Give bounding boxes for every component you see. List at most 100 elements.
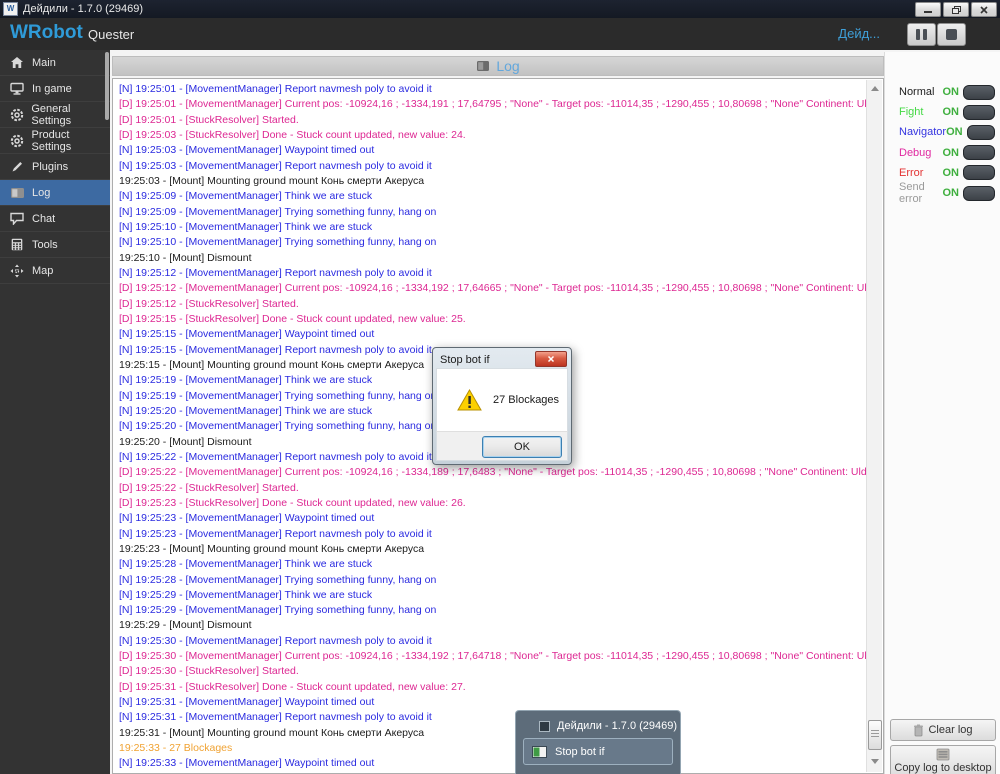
filter-toggle-switch[interactable] bbox=[963, 85, 995, 100]
product-name: Quester bbox=[88, 27, 134, 42]
log-entry: [N] 19:25:31 - [MovementManager] Report … bbox=[119, 710, 866, 725]
sidebar-menu: MainIn gameGeneral SettingsProduct Setti… bbox=[0, 50, 110, 284]
filter-label: Navigator bbox=[899, 126, 946, 138]
log-entry: [D] 19:25:03 - [StuckResolver] Done - St… bbox=[119, 128, 866, 143]
scroll-down-arrow-icon[interactable] bbox=[868, 755, 881, 768]
log-scrollbar-thumb[interactable] bbox=[868, 720, 882, 750]
sidebar-scrollbar[interactable] bbox=[105, 52, 109, 120]
sidebar-item-plugins[interactable]: Plugins bbox=[0, 154, 110, 180]
log-panel-header: Log bbox=[112, 56, 884, 76]
sidebar-item-general-settings[interactable]: General Settings bbox=[0, 102, 110, 128]
log-entry: 19:25:03 - [Mount] Mounting ground mount… bbox=[119, 174, 866, 189]
sidebar-item-main[interactable]: Main bbox=[0, 50, 110, 76]
sidebar-item-in-game[interactable]: In game bbox=[0, 76, 110, 102]
sidebar-item-label: Product Settings bbox=[32, 129, 110, 153]
window-title: Дейдили - 1.7.0 (29469) bbox=[23, 3, 143, 15]
log-entry: [D] 19:25:01 - [StuckResolver] Started. bbox=[119, 113, 866, 128]
sidebar-item-label: Tools bbox=[32, 239, 58, 251]
log-entry: [N] 19:25:30 - [MovementManager] Report … bbox=[119, 634, 866, 649]
filter-toggle-switch[interactable] bbox=[963, 105, 995, 120]
log-entry: [N] 19:25:23 - [MovementManager] Waypoin… bbox=[119, 511, 866, 526]
sidebar-item-chat[interactable]: Chat bbox=[0, 206, 110, 232]
log-entry: 19:25:33 - 27 Blockages bbox=[119, 741, 866, 756]
sidebar-item-log[interactable]: Log bbox=[0, 180, 110, 206]
log-entry: [D] 19:25:15 - [StuckResolver] Done - St… bbox=[119, 312, 866, 327]
log-entry: [N] 19:25:31 - [MovementManager] Waypoin… bbox=[119, 695, 866, 710]
app-icon: W bbox=[3, 2, 18, 16]
log-entry: [D] 19:25:22 - [StuckResolver] Started. bbox=[119, 481, 866, 496]
popup-item-stop-bot[interactable]: Stop bot if bbox=[523, 738, 673, 765]
pause-button[interactable] bbox=[907, 23, 936, 46]
log-entry: 19:25:31 - [Mount] Mounting ground mount… bbox=[119, 726, 866, 741]
dialog-titlebar[interactable]: Stop bot if bbox=[436, 351, 568, 368]
popup-item-label: Stop bot if bbox=[555, 746, 605, 758]
log-entry: [N] 19:25:28 - [MovementManager] Trying … bbox=[119, 573, 866, 588]
gear-icon bbox=[9, 108, 24, 122]
log-filter-row-debug: DebugON bbox=[899, 143, 995, 163]
log-entry: [D] 19:25:01 - [MovementManager] Current… bbox=[119, 97, 866, 112]
minimize-button[interactable] bbox=[915, 2, 941, 17]
log-filter-panel: NormalONFightONNavigatorONDebugONErrorON… bbox=[884, 52, 1000, 774]
copy-log-icon bbox=[935, 748, 951, 761]
log-filter-row-navigator: NavigatorON bbox=[899, 122, 995, 142]
os-titlebar: W Дейдили - 1.7.0 (29469) bbox=[0, 0, 1000, 18]
log-filter-row-send-error: Send errorON bbox=[899, 183, 995, 203]
log-entry: [D] 19:25:30 - [StuckResolver] Started. bbox=[119, 664, 866, 679]
stop-button[interactable] bbox=[937, 23, 966, 46]
sidebar-item-label: Map bbox=[32, 265, 53, 277]
gear-icon bbox=[9, 134, 25, 148]
dialog-body: 27 Blockages bbox=[436, 368, 568, 431]
log-filters: NormalONFightONNavigatorONDebugONErrorON… bbox=[899, 82, 995, 203]
dialog-close-icon bbox=[547, 355, 555, 363]
filter-toggle-switch[interactable] bbox=[963, 165, 995, 180]
popup-app-icon bbox=[539, 721, 550, 732]
copy-log-label: Copy log to desktop bbox=[894, 762, 991, 774]
log-entry: [N] 19:25:15 - [MovementManager] Waypoin… bbox=[119, 327, 866, 342]
sidebar-item-label: General Settings bbox=[31, 103, 110, 127]
log-entry: [N] 19:25:01 - [MovementManager] Report … bbox=[119, 82, 866, 97]
filter-state-label: ON bbox=[943, 106, 960, 118]
log-entry: [D] 19:25:23 - [StuckResolver] Done - St… bbox=[119, 496, 866, 511]
log-scrollbar[interactable] bbox=[866, 80, 882, 772]
dialog-footer: OK bbox=[436, 431, 568, 461]
log-entry: [D] 19:25:22 - [MovementManager] Current… bbox=[119, 465, 866, 480]
restore-icon bbox=[952, 6, 961, 14]
dialog-title: Stop bot if bbox=[440, 354, 490, 366]
close-icon bbox=[980, 6, 988, 14]
filter-toggle-switch[interactable] bbox=[967, 125, 995, 140]
monitor-icon bbox=[9, 82, 25, 95]
log-icon bbox=[476, 60, 490, 72]
close-button[interactable] bbox=[971, 2, 997, 17]
filter-state-label: ON bbox=[946, 126, 963, 138]
log-filter-row-error: ErrorON bbox=[899, 163, 995, 183]
sidebar: MainIn gameGeneral SettingsProduct Setti… bbox=[0, 50, 110, 774]
filter-label: Normal bbox=[899, 86, 943, 98]
filter-state-label: ON bbox=[943, 147, 960, 159]
log-filter-row-fight: FightON bbox=[899, 102, 995, 122]
log-entry: [N] 19:25:23 - [MovementManager] Report … bbox=[119, 527, 866, 542]
log-entry: [N] 19:25:09 - [MovementManager] Think w… bbox=[119, 189, 866, 204]
log-filter-row-normal: NormalON bbox=[899, 82, 995, 102]
log-entry: 19:25:10 - [Mount] Dismount bbox=[119, 251, 866, 266]
warning-icon bbox=[457, 389, 482, 411]
home-icon bbox=[9, 56, 25, 69]
scroll-up-arrow-icon[interactable] bbox=[868, 82, 881, 95]
stop-bot-dialog: Stop bot if 27 Blockages OK bbox=[432, 347, 572, 465]
minimize-icon bbox=[924, 6, 932, 13]
log-entry: [D] 19:25:31 - [StuckResolver] Done - St… bbox=[119, 680, 866, 695]
sidebar-item-tools[interactable]: Tools bbox=[0, 232, 110, 258]
filter-label: Fight bbox=[899, 106, 943, 118]
session-name: Дейд... bbox=[838, 26, 880, 41]
sidebar-item-label: Chat bbox=[32, 213, 55, 225]
clear-log-button[interactable]: Clear log bbox=[890, 719, 996, 741]
copy-log-button[interactable]: Copy log to desktop bbox=[890, 745, 996, 774]
dialog-close-button[interactable] bbox=[535, 351, 567, 367]
ok-button[interactable]: OK bbox=[482, 436, 562, 458]
filter-toggle-switch[interactable] bbox=[963, 186, 995, 201]
sidebar-item-map[interactable]: Map bbox=[0, 258, 110, 284]
ok-button-label: OK bbox=[514, 441, 530, 453]
sidebar-item-product-settings[interactable]: Product Settings bbox=[0, 128, 110, 154]
filter-toggle-switch[interactable] bbox=[963, 145, 995, 160]
log-entry: [D] 19:25:12 - [StuckResolver] Started. bbox=[119, 297, 866, 312]
restore-button[interactable] bbox=[943, 2, 969, 17]
